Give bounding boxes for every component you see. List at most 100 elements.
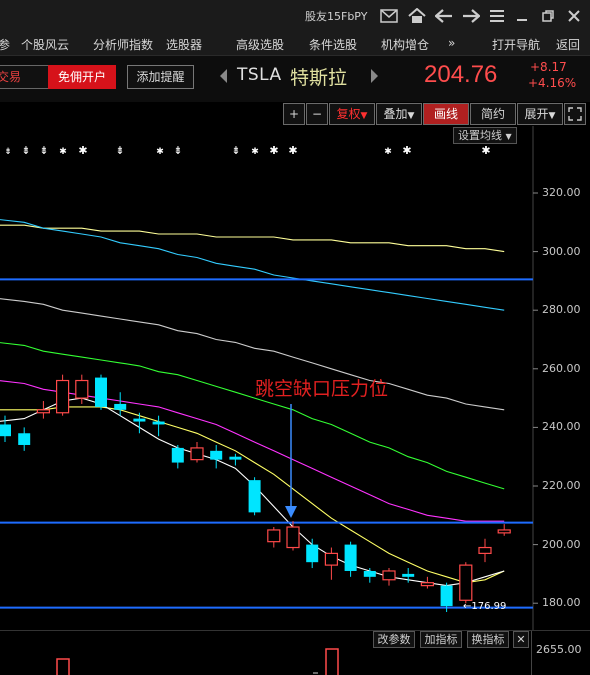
caret-down-icon: ▼: [407, 111, 415, 121]
mail-icon[interactable]: [377, 4, 401, 28]
menu-bar: 参 个股风云 分析师指数 选股器 高级选股 条件选股 机构增仓 » 打开导航 返…: [0, 32, 590, 56]
indicator-subpanel: 改参数 加指标 换指标 ✕ 2655.00: [0, 630, 590, 675]
menu-icon[interactable]: [485, 4, 509, 28]
caret-down-icon: ▼: [505, 132, 512, 141]
price-change: +8.17: [530, 60, 567, 74]
chart-annotation: 跳空缺口压力位: [255, 378, 389, 400]
event-marker-icon: ✱: [156, 147, 164, 157]
period-low-value: 176.99: [471, 601, 507, 612]
quote-header: 交易 免佣开户 添加提醒 TSLA 特斯拉 204.76 +8.17 +4.16…: [0, 56, 590, 102]
last-price: 204.76: [424, 61, 498, 88]
next-stock-icon[interactable]: [370, 68, 380, 84]
overlay-dropdown[interactable]: 叠加▼: [376, 103, 422, 125]
annotation-arrowhead: [285, 506, 297, 518]
candle-body-up: [75, 379, 89, 399]
set-moving-average-dropdown[interactable]: 设置均线 ▼: [453, 127, 517, 144]
draw-line-button[interactable]: 画线: [423, 103, 469, 125]
y-tick-label: 240.00: [542, 420, 581, 434]
fullscreen-button[interactable]: [564, 103, 586, 125]
change-params-button[interactable]: 改参数: [373, 631, 415, 648]
account-name[interactable]: 股友15FbPY: [305, 8, 367, 24]
candle-body-down: [133, 418, 146, 422]
menu-item-analyst-index[interactable]: 分析师指数: [93, 36, 153, 53]
candle-body-up: [497, 529, 511, 534]
event-marker-icon: ✱: [59, 147, 67, 157]
ma30-line: [0, 342, 505, 490]
candle-body-down: [210, 450, 223, 460]
event-marker-icon: ✱: [251, 147, 259, 157]
minimize-icon[interactable]: [510, 4, 534, 28]
event-marker-icon: ✱: [78, 144, 87, 157]
candle-body-down: [363, 570, 376, 577]
event-marker-icon: ✱: [288, 144, 297, 157]
menu-item-back[interactable]: 返回: [556, 36, 580, 53]
menu-item-condition-screener[interactable]: 条件选股: [309, 36, 357, 53]
forward-arrow-icon[interactable]: [459, 4, 483, 28]
event-marker-icon: ⇟: [231, 144, 240, 157]
zoom-out-button[interactable]: −: [306, 103, 328, 125]
set-ma-label: 设置均线: [458, 129, 502, 142]
y-tick-label: 220.00: [542, 479, 581, 492]
ma120-line: [0, 219, 505, 311]
axis-divider: [531, 631, 532, 675]
menu-more-chevron[interactable]: »: [448, 36, 455, 50]
price-adjust-label: 复权: [336, 107, 361, 121]
caret-down-icon: ▼: [548, 111, 556, 121]
back-arrow-icon[interactable]: [432, 4, 456, 28]
event-marker-icon: ⇟: [115, 144, 124, 157]
y-tick-label: 260.00: [542, 361, 581, 375]
close-subpanel-button[interactable]: ✕: [513, 631, 529, 648]
candle-body-up: [286, 526, 300, 549]
simple-mode-button[interactable]: 简约: [470, 103, 516, 125]
caret-down-icon: ▼: [360, 111, 368, 121]
candle-body-down: [229, 456, 242, 460]
event-marker-icon: ✱: [269, 144, 278, 157]
open-account-button[interactable]: 免佣开户: [48, 65, 116, 89]
y-tick-label: 200.00: [542, 537, 581, 551]
trade-button-label: 交易: [0, 70, 22, 84]
candle-body-down: [402, 573, 415, 577]
menu-item-stock-picker[interactable]: 选股器: [166, 36, 202, 53]
menu-item-stock-news[interactable]: 个股风云: [21, 36, 69, 53]
price-change-percent: +4.16%: [528, 76, 577, 90]
ma250-line: [0, 224, 505, 253]
candle-body-up: [55, 379, 70, 414]
kline-chart[interactable]: ⇟ ⇟ ⇟ ✱ ✱ ⇟ ✱ ⇟ ⇟ ✱ ✱ ✱ ✱ ✱ ✱ 设置均线 ▼ 跳空缺口压力位 ←176.99 3…: [0, 126, 590, 630]
candle-body-up: [459, 564, 473, 601]
candle-body-up: [190, 447, 204, 461]
candle-body-down: [248, 480, 261, 513]
price-adjust-dropdown[interactable]: 复权▼: [329, 103, 375, 125]
home-icon[interactable]: [405, 4, 429, 28]
candle-body-up: [478, 546, 492, 554]
restore-icon[interactable]: [536, 4, 560, 28]
menu-item-institution-holdings[interactable]: 机构增仓: [381, 36, 429, 53]
add-alert-button[interactable]: 添加提醒: [127, 65, 194, 89]
y-tick-label: 180.00: [542, 596, 581, 610]
expand-label: 展开: [524, 107, 549, 121]
chart-toolbar: + − 复权▼ 叠加▼ 画线 简约 展开▼: [0, 102, 590, 126]
zoom-in-button[interactable]: +: [283, 103, 305, 125]
candle-body-down: [0, 424, 11, 437]
menu-item-partial[interactable]: 参: [0, 36, 10, 53]
candle-body-up: [382, 570, 396, 581]
add-indicator-button[interactable]: 加指标: [420, 631, 462, 648]
candle-body-down: [171, 447, 184, 463]
candle-body-down: [440, 585, 453, 607]
previous-stock-icon[interactable]: [218, 68, 228, 84]
close-icon[interactable]: [562, 4, 586, 28]
menu-item-advanced-screener[interactable]: 高级选股: [236, 36, 284, 53]
candle-body-down: [114, 403, 127, 410]
event-marker-icon: ⇟: [173, 144, 182, 157]
candle-body-up: [267, 529, 281, 543]
fullscreen-icon: [568, 107, 582, 121]
volume-bar: [325, 648, 339, 675]
candle-body-down: [344, 544, 357, 571]
switch-indicator-button[interactable]: 换指标: [467, 631, 509, 648]
menu-item-open-nav[interactable]: 打开导航: [492, 36, 540, 53]
expand-dropdown[interactable]: 展开▼: [517, 103, 563, 125]
overlay-label: 叠加: [383, 107, 408, 121]
y-tick-label: 280.00: [542, 303, 581, 317]
candle-body-down: [306, 544, 319, 563]
event-marker-icon: ⇟: [4, 147, 12, 157]
event-marker-icon: ⇟: [21, 144, 30, 157]
